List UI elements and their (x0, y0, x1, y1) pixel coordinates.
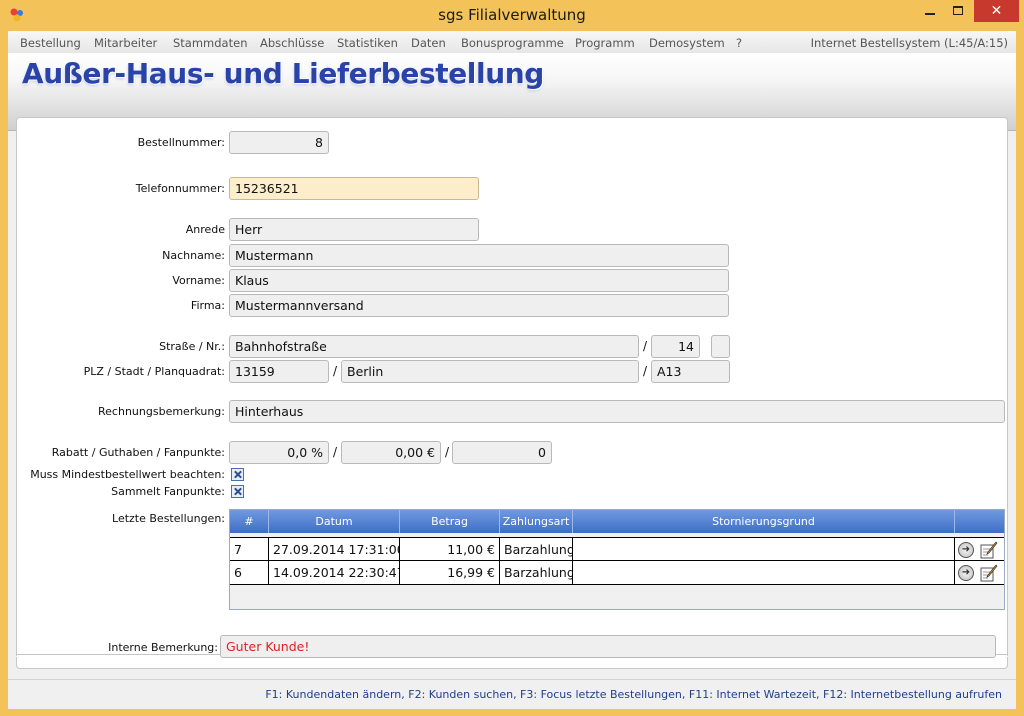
slash-separator: / (643, 339, 648, 353)
column-header-actions (955, 510, 1004, 533)
cell-datum: 14.09.2014 22:30:47 (269, 561, 400, 585)
title-bar: sgs Filialverwaltung ✕ (0, 0, 1024, 31)
menu-help[interactable]: ? (736, 36, 742, 50)
menu-abschluesse[interactable]: Abschlüsse (260, 36, 324, 50)
slash-separator: / (445, 445, 450, 459)
telefon-field[interactable]: 15236521 (229, 177, 479, 200)
internet-bestellsystem-info: Internet Bestellsystem (L:45/A:15) (810, 36, 1008, 50)
plz-stadt-label: PLZ / Stadt / Planquadrat: (83, 365, 225, 378)
nachname-label: Nachname: (162, 249, 225, 262)
app-frame: Bestellung Mitarbeiter Stammdaten Abschl… (8, 31, 1016, 709)
sammelt-fanpunkte-checkbox[interactable] (231, 485, 244, 498)
bestellnummer-label: Bestellnummer: (137, 136, 225, 149)
cell-betrag: 16,99 € (400, 561, 500, 585)
interne-bemerkung-field[interactable]: Guter Kunde! (220, 635, 996, 658)
open-order-icon[interactable]: ➜ (958, 542, 974, 558)
nachname-field[interactable]: Mustermann (229, 244, 729, 267)
table-row[interactable]: 6 14.09.2014 22:30:47 16,99 € Barzahlung… (230, 561, 1004, 585)
guthaben-field[interactable]: 0,00 € (341, 441, 441, 464)
window-title: sgs Filialverwaltung (438, 6, 586, 24)
menu-demosystem[interactable]: Demosystem (649, 36, 725, 50)
column-header-nr[interactable]: # (230, 510, 269, 533)
menu-bar: Bestellung Mitarbeiter Stammdaten Abschl… (8, 31, 1016, 53)
firma-label: Firma: (190, 299, 225, 312)
cell-nr: 7 (230, 538, 269, 562)
planquadrat-field[interactable]: A13 (651, 360, 730, 383)
rechnungsbemerkung-label: Rechnungsbemerkung: (98, 405, 225, 418)
strasse-label: Straße / Nr.: (159, 340, 225, 353)
minimize-icon (925, 13, 935, 15)
column-header-stornierungsgrund[interactable]: Stornierungsgrund (573, 510, 955, 533)
status-bar: F1: Kundendaten ändern, F2: Kunden suche… (8, 679, 1016, 709)
cell-betrag: 11,00 € (400, 538, 500, 562)
stadt-field[interactable]: Berlin (341, 360, 639, 383)
letzte-bestellungen-label: Letzte Bestellungen: (112, 512, 225, 525)
vorname-label: Vorname: (172, 274, 225, 287)
slash-separator: / (333, 364, 338, 378)
open-order-icon[interactable]: ➜ (958, 565, 974, 581)
hausnummer-zusatz-field[interactable] (711, 335, 730, 358)
mindestbestellwert-label: Muss Mindestbestellwert beachten: (30, 468, 225, 481)
column-header-zahlungsart[interactable]: Zahlungsart (500, 510, 573, 533)
edit-icon[interactable] (980, 541, 998, 559)
plz-field[interactable]: 13159 (229, 360, 329, 383)
table-row[interactable]: 7 27.09.2014 17:31:00 11,00 € Barzahlung… (230, 537, 1004, 562)
menu-mitarbeiter[interactable]: Mitarbeiter (94, 36, 157, 50)
minimize-button[interactable] (916, 0, 944, 22)
order-form-panel: Bestellnummer: 8 Telefonnummer: 15236521… (16, 117, 1008, 669)
column-header-datum[interactable]: Datum (269, 510, 400, 533)
fanpunkte-field[interactable]: 0 (452, 441, 552, 464)
anrede-field[interactable]: Herr (229, 218, 479, 241)
edit-icon[interactable] (980, 564, 998, 582)
cell-stornierungsgrund (573, 561, 955, 585)
close-button[interactable]: ✕ (974, 0, 1019, 22)
menu-daten[interactable]: Daten (411, 36, 446, 50)
menu-bonusprogramme[interactable]: Bonusprogramme (461, 36, 564, 50)
menu-programm[interactable]: Programm (575, 36, 635, 50)
orders-grid-header: # Datum Betrag Zahlungsart Stornierungsg… (230, 510, 1004, 533)
rabatt-guthaben-fanpunkte-label: Rabatt / Guthaben / Fanpunkte: (51, 446, 225, 459)
cell-stornierungsgrund (573, 538, 955, 562)
cell-nr: 6 (230, 561, 269, 585)
menu-stammdaten[interactable]: Stammdaten (173, 36, 247, 50)
menu-statistiken[interactable]: Statistiken (337, 36, 398, 50)
mindestbestellwert-checkbox[interactable] (231, 468, 244, 481)
column-header-betrag[interactable]: Betrag (400, 510, 500, 533)
page-title: Außer-Haus- und Lieferbestellung (22, 57, 544, 90)
rabatt-field[interactable]: 0,0 % (229, 441, 329, 464)
anrede-label: Anrede (185, 223, 225, 236)
firma-field[interactable]: Mustermannversand (229, 294, 729, 317)
shortcut-hints: F1: Kundendaten ändern, F2: Kunden suche… (265, 688, 1002, 701)
sammelt-fanpunkte-label: Sammelt Fanpunkte: (111, 485, 225, 498)
menu-bestellung[interactable]: Bestellung (20, 36, 81, 50)
vorname-field[interactable]: Klaus (229, 269, 729, 292)
cell-datum: 27.09.2014 17:31:00 (269, 538, 400, 562)
slash-separator: / (643, 364, 648, 378)
strasse-field[interactable]: Bahnhofstraße (229, 335, 639, 358)
cell-zahlungsart: Barzahlung (500, 561, 573, 585)
hausnummer-field[interactable]: 14 (651, 335, 700, 358)
interne-bemerkung-label: Interne Bemerkung: (108, 641, 218, 654)
slash-separator: / (333, 445, 338, 459)
maximize-button[interactable] (944, 0, 972, 22)
rechnungsbemerkung-field[interactable]: Hinterhaus (229, 400, 1005, 423)
maximize-icon (953, 6, 963, 15)
bestellnummer-field[interactable]: 8 (229, 131, 329, 154)
telefon-label: Telefonnummer: (135, 182, 225, 195)
orders-grid: # Datum Betrag Zahlungsart Stornierungsg… (229, 509, 1005, 610)
cell-zahlungsart: Barzahlung (500, 538, 573, 562)
